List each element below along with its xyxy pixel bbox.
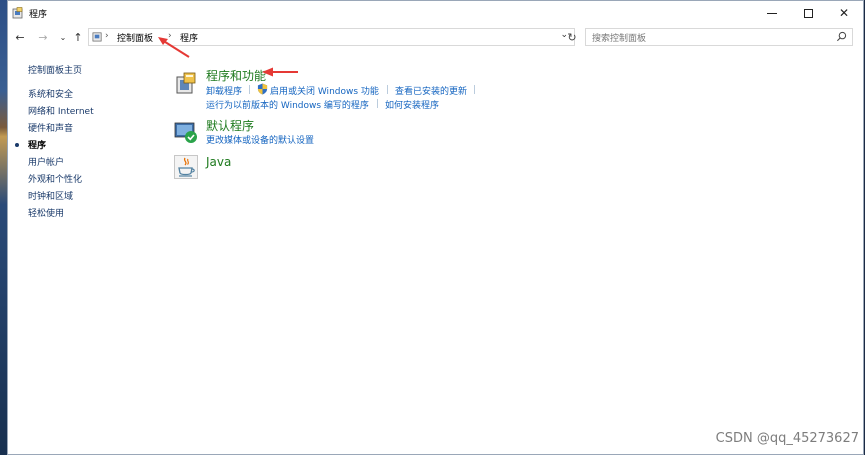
default-programs-title[interactable]: 默认程序 (206, 117, 254, 134)
java-icon[interactable] (174, 155, 198, 179)
close-icon: ✕ (838, 6, 850, 20)
programs-features-title[interactable]: 程序和功能 (206, 67, 266, 84)
default-programs-icon[interactable] (174, 120, 198, 144)
sidebar-item-appearance[interactable]: 外观和个性化 (28, 172, 82, 185)
search-placeholder: 搜索控制面板 (592, 34, 647, 44)
sidebar-item-programs: 程序 (28, 141, 47, 151)
windows-features-link[interactable]: 启用或关闭 Windows 功能 (270, 84, 379, 97)
sidebar-item-system-security[interactable]: 系统和安全 (28, 87, 73, 100)
search-icon[interactable] (836, 31, 847, 42)
refresh-icon: ↻ (567, 30, 577, 44)
maximize-icon (803, 8, 813, 18)
search-input[interactable]: 搜索控制面板 (585, 28, 853, 46)
chevron-down-icon: ⌄ (59, 32, 67, 42)
link-separator (377, 99, 378, 108)
recent-locations-button[interactable]: ⌄ (56, 29, 70, 45)
link-separator (387, 85, 388, 94)
sidebar-item-ease-of-access[interactable]: 轻松使用 (28, 206, 64, 219)
minimize-button[interactable] (754, 1, 790, 25)
control-panel-icon (12, 7, 23, 19)
close-button[interactable]: ✕ (826, 1, 862, 25)
forward-arrow-icon: → (38, 30, 48, 44)
annotation-arrow-icon (262, 67, 298, 77)
sidebar-item-clock-region[interactable]: 时钟和区域 (28, 189, 73, 202)
breadcrumb-control-panel[interactable]: 控制面板 (117, 31, 153, 44)
breadcrumb-separator-icon: › (105, 31, 109, 41)
maximize-button[interactable] (790, 1, 826, 25)
link-separator (249, 85, 250, 94)
sidebar-item-network[interactable]: 网络和 Internet (28, 104, 94, 117)
forward-button[interactable]: → (36, 29, 50, 45)
up-button[interactable]: ↑ (71, 29, 85, 45)
uac-shield-icon (257, 83, 268, 95)
compatibility-link[interactable]: 运行为以前版本的 Windows 编写的程序 (206, 98, 369, 111)
navigation-bar: ← → ⌄ ↑ › 控制面板 › 程序 ⌄ ↻ 搜索控制面板 (8, 25, 863, 49)
sidebar-item-hardware-sound[interactable]: 硬件和声音 (28, 121, 73, 134)
sidebar-item-user-accounts[interactable]: 用户帐户 (28, 155, 64, 168)
java-title[interactable]: Java (206, 155, 231, 169)
sidebar-item-home[interactable]: 控制面板主页 (28, 63, 82, 76)
programs-features-icon[interactable] (174, 71, 198, 95)
how-to-install-link[interactable]: 如何安装程序 (385, 98, 439, 111)
title-bar: 程序 ✕ (8, 1, 863, 25)
view-installed-updates-link[interactable]: 查看已安装的更新 (395, 84, 467, 97)
up-arrow-icon: ↑ (73, 30, 83, 44)
current-item-bullet (15, 143, 19, 147)
watermark: CSDN @qq_45273627 (715, 431, 859, 446)
change-media-defaults-link[interactable]: 更改媒体或设备的默认设置 (206, 133, 314, 146)
uninstall-program-link[interactable]: 卸载程序 (206, 84, 242, 97)
refresh-button[interactable]: ↻ (564, 28, 580, 46)
back-arrow-icon: ← (15, 30, 25, 44)
control-panel-window: 程序 ✕ ← → ⌄ ↑ › 控制面板 › 程序 ⌄ ↻ 搜索控制面板 控制面板… (7, 0, 864, 455)
control-panel-icon (92, 32, 102, 42)
annotation-arrow-icon (158, 37, 190, 58)
minimize-icon (767, 12, 777, 14)
back-button[interactable]: ← (13, 29, 27, 45)
link-separator (474, 85, 475, 94)
window-title: 程序 (29, 10, 48, 20)
